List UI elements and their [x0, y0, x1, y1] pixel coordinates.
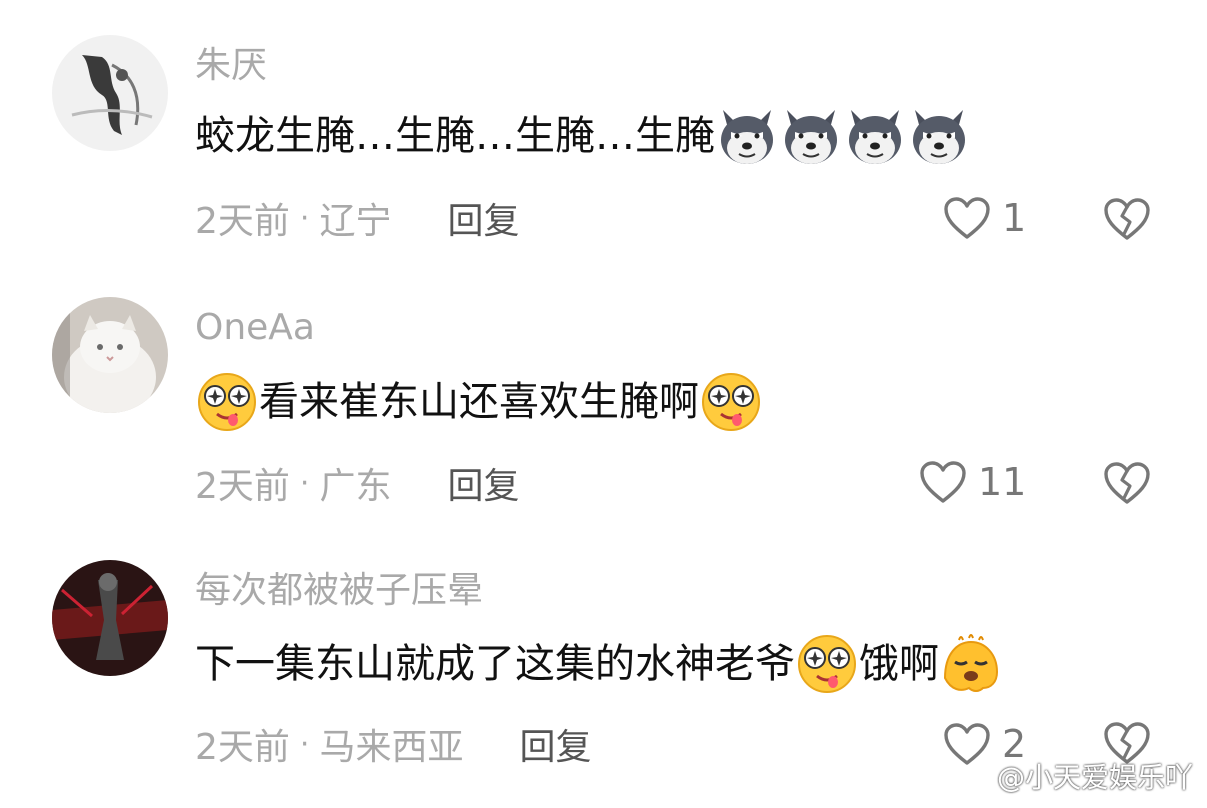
timestamp: 2天前: [195, 201, 290, 242]
watermark-text: @小天爱娱乐吖: [996, 761, 1193, 794]
comment-text: 下一集东山就成了这集的水神老爷 饿啊: [195, 632, 1003, 696]
weibo-logo-icon: [956, 765, 989, 789]
comment-text: 看来崔东山还喜欢生腌啊: [195, 370, 763, 434]
melting-emoji-icon: [939, 632, 1003, 696]
username[interactable]: OneAa: [195, 308, 315, 348]
comment-meta: 2天前 · 马来西亚 回复: [195, 718, 591, 770]
broken-heart-icon: [1102, 460, 1152, 506]
watermark: @小天爱娱乐吖: [955, 756, 1193, 796]
like-count: 1: [1002, 196, 1027, 240]
drooling-emoji-icon: [195, 370, 259, 434]
comment-text: 蛟龙生腌…生腌…生腌…生腌: [195, 104, 971, 168]
avatar[interactable]: [52, 560, 168, 676]
comment-meta: 2天前 · 辽宁 回复: [195, 192, 519, 244]
husky-emoji-icon: [779, 104, 843, 168]
like-count: 11: [978, 460, 1027, 504]
timestamp: 2天前: [195, 727, 290, 768]
separator: ·: [299, 465, 310, 501]
location: 广东: [319, 466, 392, 507]
comment-meta: 2天前 · 广东 回复: [195, 457, 519, 509]
husky-emoji-icon: [843, 104, 907, 168]
avatar[interactable]: [52, 35, 168, 151]
reply-button[interactable]: 回复: [447, 457, 519, 509]
comment-text-body: 蛟龙生腌…生腌…生腌…生腌: [195, 113, 715, 159]
comment-text-body-2: 饿啊: [859, 641, 939, 687]
dislike-button[interactable]: [1102, 196, 1152, 242]
username[interactable]: 朱厌: [195, 46, 267, 86]
like-button[interactable]: 1: [942, 192, 1026, 244]
reply-button[interactable]: 回复: [519, 718, 591, 770]
username[interactable]: 每次都被被子压晕: [195, 571, 483, 611]
broken-heart-icon: [1102, 196, 1152, 242]
heart-icon: [942, 195, 992, 241]
separator: ·: [299, 726, 310, 762]
location: 辽宁: [319, 201, 392, 242]
comment-text-body: 看来崔东山还喜欢生腌啊: [259, 379, 699, 425]
avatar[interactable]: [52, 297, 168, 413]
drooling-emoji-icon: [795, 632, 859, 696]
reply-button[interactable]: 回复: [447, 192, 519, 244]
location: 马来西亚: [319, 727, 464, 768]
separator: ·: [299, 200, 310, 236]
timestamp: 2天前: [195, 466, 290, 507]
like-button[interactable]: 11: [918, 456, 1026, 508]
comment-text-body: 下一集东山就成了这集的水神老爷: [195, 641, 795, 687]
heart-icon: [918, 459, 968, 505]
husky-emoji-icon: [907, 104, 971, 168]
husky-emoji-icon: [715, 104, 779, 168]
drooling-emoji-icon: [699, 370, 763, 434]
dislike-button[interactable]: [1102, 460, 1152, 506]
